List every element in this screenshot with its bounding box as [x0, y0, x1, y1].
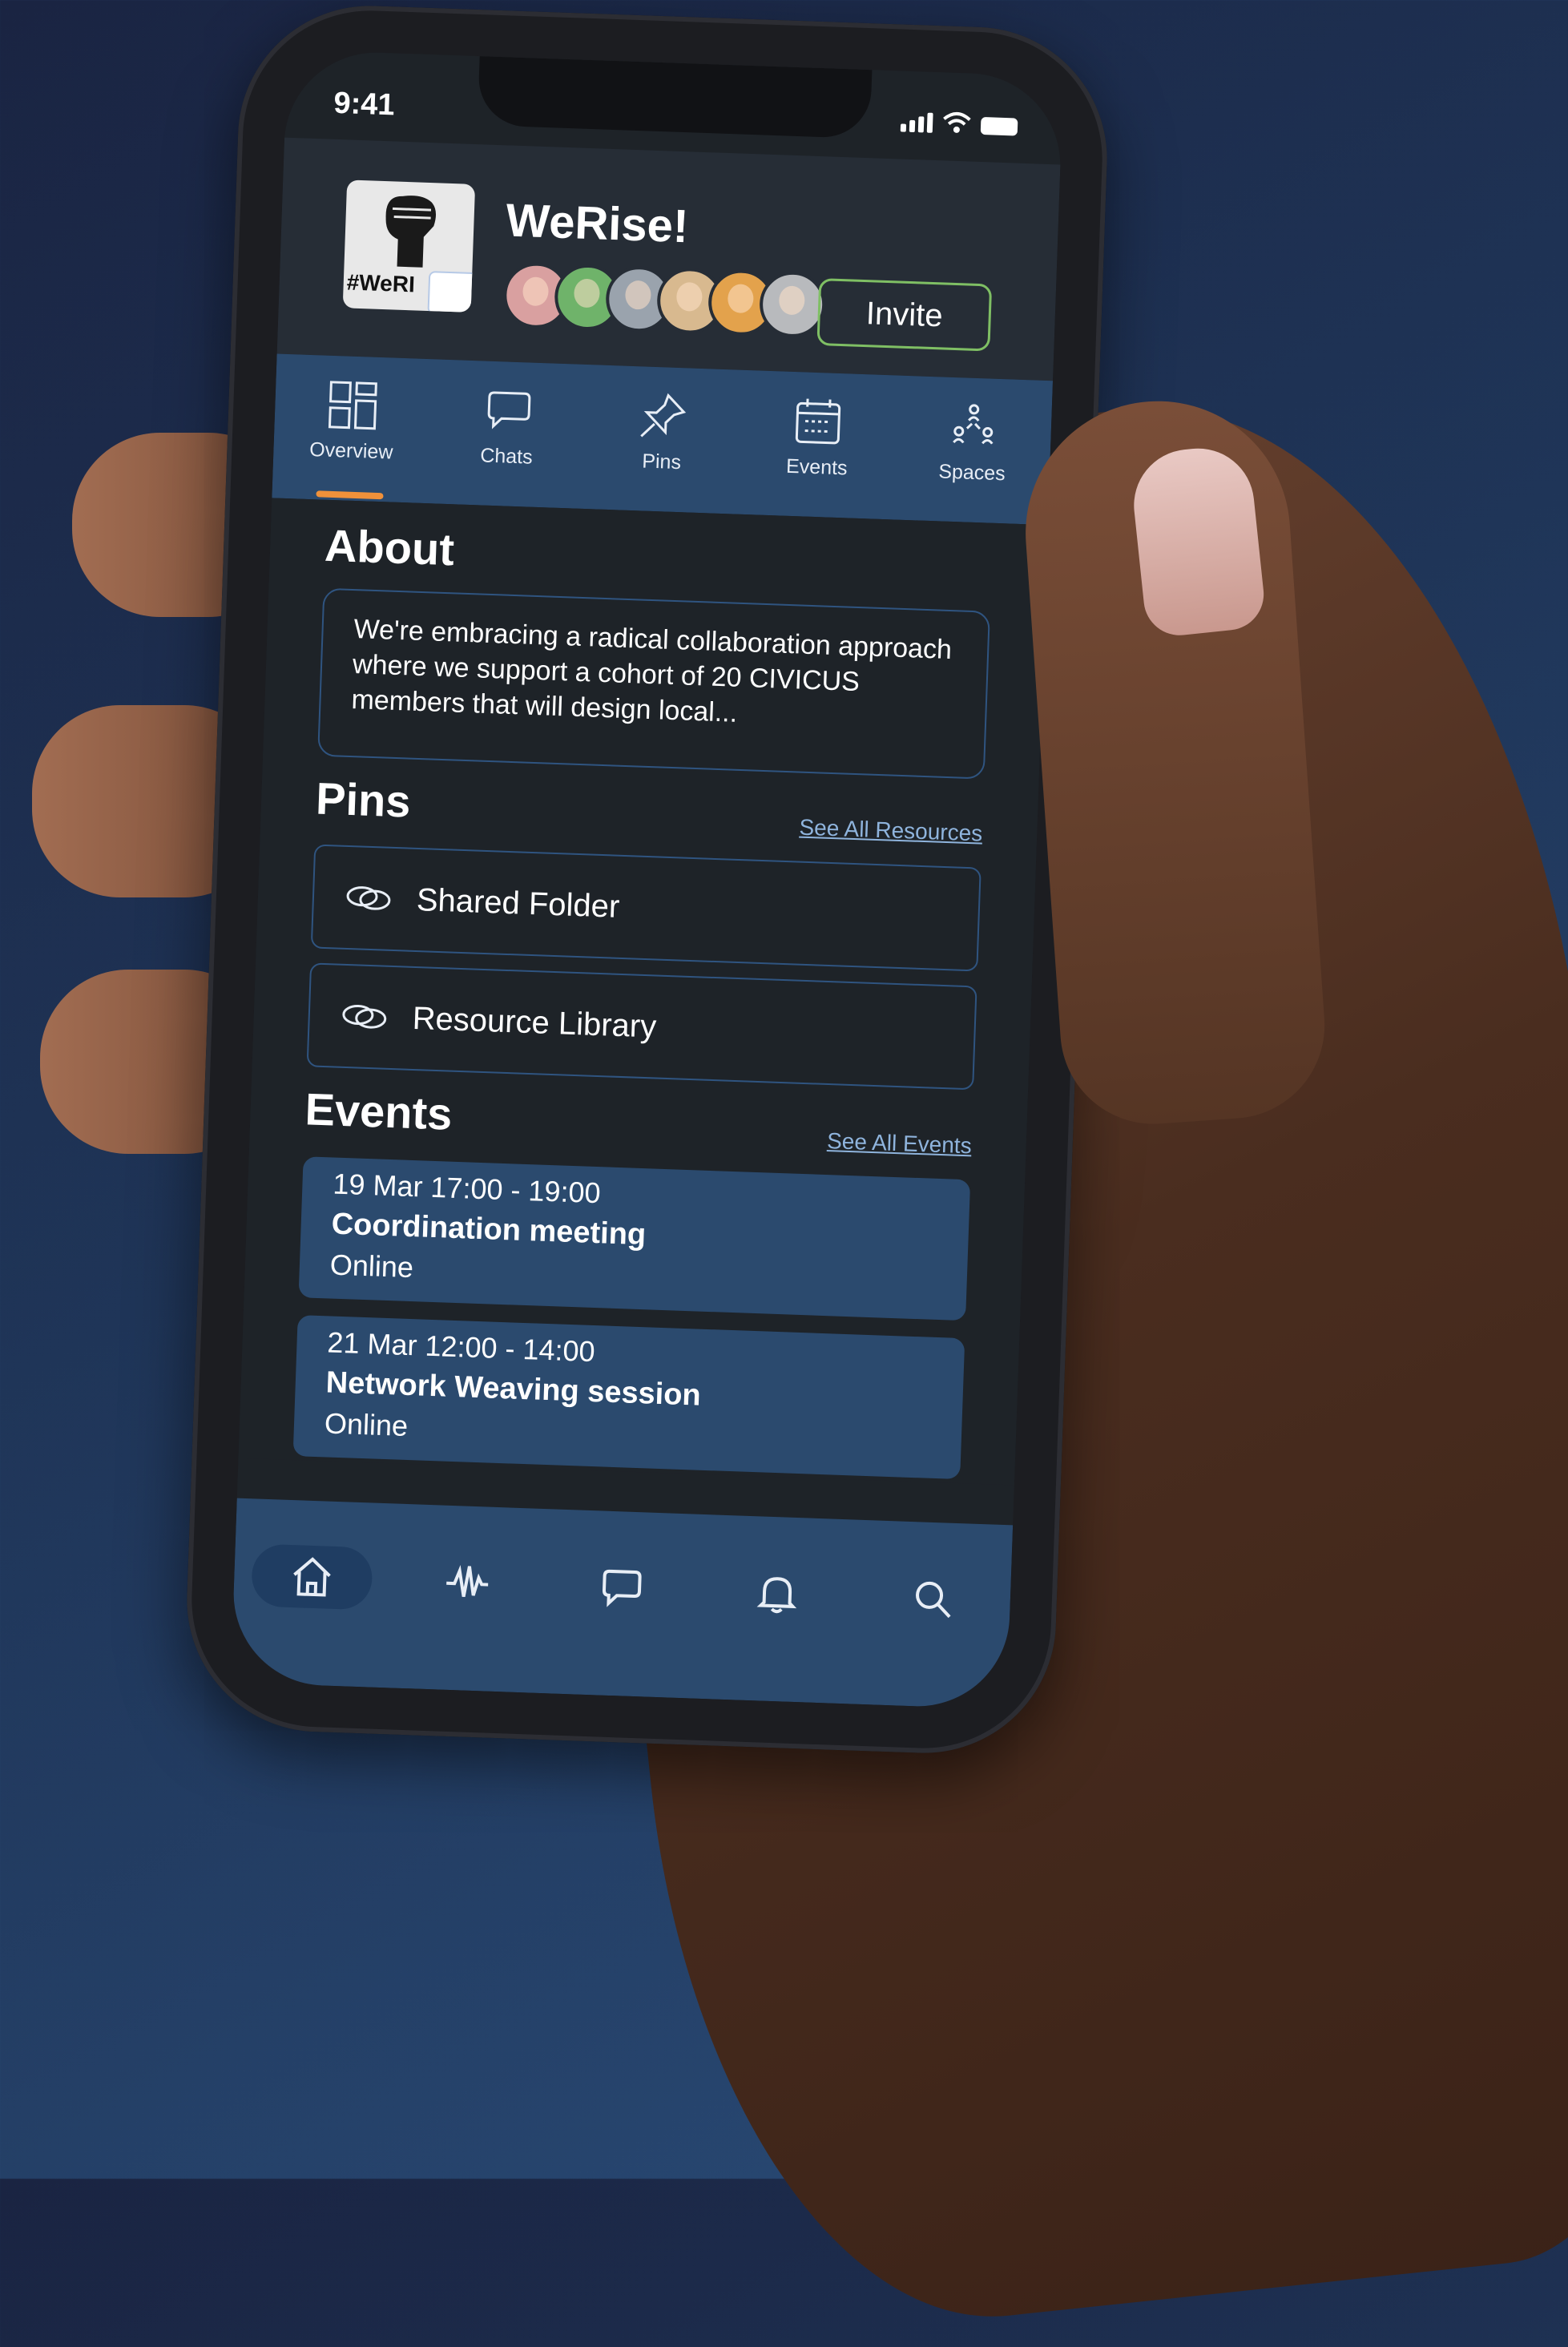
overview-content: About We're embracing a radical collabor… — [238, 498, 1048, 1486]
tab-label: Overview — [308, 438, 393, 464]
pins-title: Pins — [315, 772, 412, 827]
pin-label: Shared Folder — [416, 881, 621, 925]
calendar-icon — [796, 398, 841, 445]
link-icon — [346, 886, 391, 910]
see-all-resources-link[interactable]: See All Resources — [799, 815, 983, 847]
tab-label: Chats — [479, 444, 534, 469]
phone-screen: 9:41 #WeRI WeRise! Invite Overview Chats… — [230, 49, 1064, 1710]
spaces-icon — [953, 404, 994, 445]
fist-icon — [385, 196, 437, 268]
pin-shared-folder[interactable]: Shared Folder — [310, 844, 982, 972]
overview-icon — [328, 381, 377, 430]
nav-activity[interactable] — [406, 1549, 529, 1615]
event-card[interactable]: 21 Mar 12:00 - 14:00 Network Weaving ses… — [292, 1315, 965, 1480]
tab-spaces[interactable]: Spaces — [908, 376, 1040, 487]
tab-chats[interactable]: Chats — [442, 360, 574, 471]
invite-button[interactable]: Invite — [816, 278, 993, 352]
tab-label: Pins — [641, 450, 682, 474]
bell-icon — [756, 1577, 797, 1614]
chat-icon — [487, 391, 531, 429]
activity-icon — [445, 1564, 488, 1597]
search-icon — [916, 1581, 951, 1619]
chat-icon — [603, 1569, 643, 1607]
status-time: 9:41 — [333, 86, 396, 123]
civicus-badge — [427, 271, 476, 313]
about-text[interactable]: We're embracing a radical collaboration … — [317, 587, 990, 780]
event-card[interactable]: 19 Mar 17:00 - 19:00 Coordination meetin… — [298, 1156, 971, 1321]
about-title: About — [324, 519, 456, 575]
bottom-navigation — [230, 1498, 1014, 1710]
nav-search[interactable] — [872, 1565, 994, 1631]
logo-text: #WeRI — [346, 269, 416, 297]
nav-chats[interactable] — [561, 1555, 683, 1621]
tab-label: Spaces — [937, 460, 1006, 486]
events-title: Events — [304, 1083, 453, 1139]
tab-events[interactable]: Events — [752, 370, 885, 482]
home-icon — [293, 1557, 331, 1597]
group-logo[interactable]: #WeRI — [342, 179, 476, 313]
tab-pins[interactable]: Pins — [597, 365, 729, 477]
group-tabs: Overview Chats Pins Events Spaces — [272, 353, 1054, 526]
pin-resource-library[interactable]: Resource Library — [306, 962, 977, 1091]
phone-frame: 9:41 #WeRI WeRise! Invite Overview Chats… — [182, 1, 1112, 1758]
status-icons — [900, 109, 1018, 136]
pin-icon — [640, 393, 687, 438]
signal-icon — [900, 111, 933, 133]
active-tab-indicator — [316, 490, 384, 500]
tab-label: Events — [785, 454, 848, 480]
group-title: WeRise! — [505, 194, 690, 253]
see-all-events-link[interactable]: See All Events — [827, 1128, 973, 1159]
link-icon — [342, 1005, 387, 1029]
nav-notifications[interactable] — [716, 1560, 839, 1627]
nav-home[interactable] — [250, 1543, 373, 1611]
wifi-icon — [943, 111, 971, 133]
member-avatars[interactable] — [502, 261, 827, 339]
pin-label: Resource Library — [412, 1000, 657, 1045]
battery-icon — [980, 116, 1018, 136]
phone-notch — [477, 56, 873, 139]
tab-overview[interactable]: Overview — [287, 354, 419, 500]
